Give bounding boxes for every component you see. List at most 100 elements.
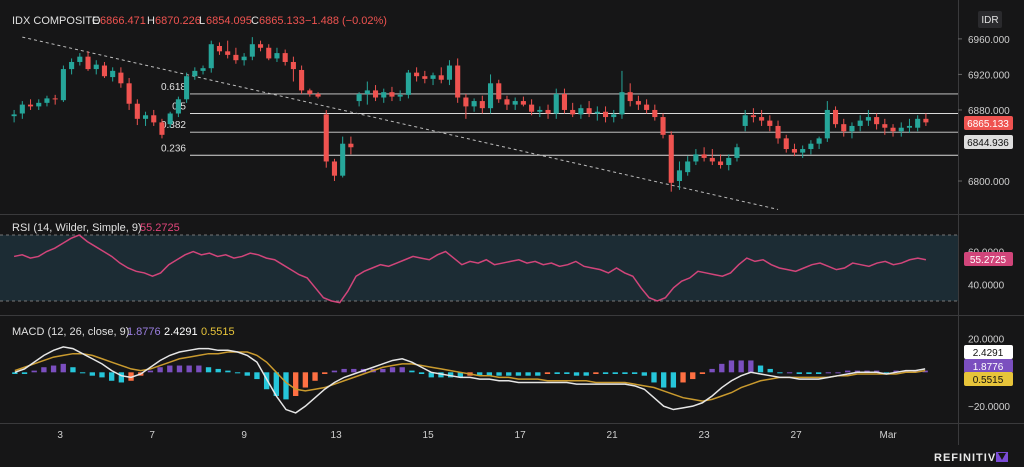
candle-body — [299, 69, 305, 91]
main-header: IDX COMPOSITE O 6866.471 H 6870.226 L 68… — [12, 15, 387, 27]
candle-body — [184, 76, 190, 100]
candle-body — [151, 115, 157, 123]
candle-body — [578, 108, 584, 115]
candle-body — [529, 104, 535, 112]
x-tick-label: 27 — [791, 430, 803, 441]
candle-body — [405, 72, 411, 95]
candle-body — [446, 65, 453, 80]
macd-histogram-bar — [244, 372, 250, 376]
candle-body — [693, 154, 699, 162]
last-price-value: 6865.133 — [967, 119, 1009, 130]
macd-histogram-bar — [767, 368, 773, 373]
macd-tag-value: 1.8776 — [973, 362, 1004, 373]
candle-body — [487, 83, 494, 109]
main-background — [0, 0, 958, 213]
macd-histogram-bar — [845, 370, 851, 373]
macd-histogram-bar — [109, 372, 115, 381]
price-axis[interactable]: IDR 6960.000 6920.000 6880.000 6800.000 686… — [958, 11, 1013, 188]
candle-body — [364, 90, 370, 94]
x-tick-label: 17 — [515, 430, 527, 441]
macd-histogram-bar — [331, 370, 338, 373]
candle-body — [767, 120, 773, 126]
candle-body — [676, 170, 683, 182]
candle-body — [537, 109, 543, 112]
candle-body — [11, 114, 17, 117]
macd-histogram-bar — [12, 372, 18, 374]
macd-histogram-bar — [815, 372, 822, 374]
candle-body — [372, 90, 379, 98]
macd-histogram-bar — [651, 372, 657, 383]
macd-histogram-bar — [31, 370, 37, 373]
candle-body — [726, 157, 732, 166]
candle-body — [175, 99, 181, 114]
candle-body — [414, 72, 420, 77]
macd-histogram-bar — [99, 372, 105, 378]
y-tick-label: 6800.000 — [968, 177, 1010, 188]
rsi-tag-value: 55.2725 — [970, 255, 1007, 266]
candle-body — [471, 101, 477, 107]
macd-histogram-bar — [79, 372, 86, 374]
macd-histogram-bar — [283, 372, 289, 400]
high-label: H — [147, 15, 155, 27]
candle-body — [709, 157, 715, 162]
signal-tag-value: 2.4291 — [973, 348, 1004, 359]
candle-body — [266, 47, 272, 59]
macd-histogram-bar — [234, 372, 241, 374]
macd-axis: 20.0000 −20.0000 2.4291 1.8776 0.5515 — [964, 334, 1013, 413]
candle-body — [52, 98, 58, 100]
macd-histogram-bar — [806, 372, 812, 374]
macd-histogram-bar — [525, 372, 531, 376]
candle-body — [381, 92, 387, 98]
candle-body — [36, 102, 42, 107]
fib-label: 0.618 — [161, 82, 186, 93]
candle-body — [775, 125, 781, 139]
macd-histogram-bar — [641, 372, 647, 376]
macd-histogram-bar — [786, 372, 793, 374]
macd-title: MACD (12, 26, close, 9) — [12, 326, 129, 338]
candle-body — [750, 115, 756, 118]
high-value: 6870.226 — [155, 15, 201, 27]
rsi-value: 55.2725 — [140, 222, 180, 234]
candle-body — [759, 117, 765, 121]
candle-body — [496, 83, 502, 100]
main-y-ticks: 6960.000 6920.000 6880.000 6800.000 — [958, 35, 1010, 188]
candle-body — [890, 127, 896, 132]
macd-histogram-bar — [583, 372, 589, 376]
macd-histogram-bar — [535, 372, 541, 376]
candle-body — [422, 76, 428, 79]
candle-body — [69, 61, 75, 70]
chart-canvas: 0.6180.50.3820.236 IDX COMPOSITE O 6866.… — [0, 0, 1024, 464]
time-axis[interactable]: 3 7 9 13 15 17 21 23 27 Mar — [57, 430, 897, 441]
candle-body — [915, 118, 921, 128]
candle-body — [635, 101, 641, 105]
candle-body — [430, 75, 436, 79]
macd-histogram-bar — [167, 365, 173, 373]
candle-body — [874, 117, 880, 125]
macd-histogram-bar — [196, 365, 202, 373]
candle-body — [282, 53, 288, 62]
macd-histogram-bar — [118, 372, 125, 383]
candle-body — [356, 93, 362, 102]
candle-body — [192, 70, 198, 77]
candle-body — [553, 93, 559, 114]
macd-histogram-bar — [254, 372, 260, 380]
open-value: 6866.471 — [100, 15, 146, 27]
low-value: 6854.095 — [206, 15, 252, 27]
candle-body — [290, 61, 296, 70]
candle-body — [857, 120, 863, 126]
candle-body — [126, 83, 132, 104]
macd-histogram-bar — [825, 372, 831, 374]
candle-body — [463, 97, 469, 107]
macd-histogram-bar — [661, 372, 667, 388]
candle-body — [118, 72, 124, 84]
macd-tick-label: 20.0000 — [968, 334, 1005, 345]
macd-histogram-bar — [777, 372, 783, 374]
macd-histogram-bar — [380, 368, 386, 373]
candle-body — [241, 56, 247, 61]
macd-histogram-bar — [157, 367, 163, 373]
macd-tick-label: −20.0000 — [968, 402, 1010, 413]
candle-body — [216, 45, 223, 52]
candle-body — [19, 104, 25, 114]
candle-body — [249, 44, 255, 57]
histogram-value: 0.5515 — [201, 326, 235, 338]
